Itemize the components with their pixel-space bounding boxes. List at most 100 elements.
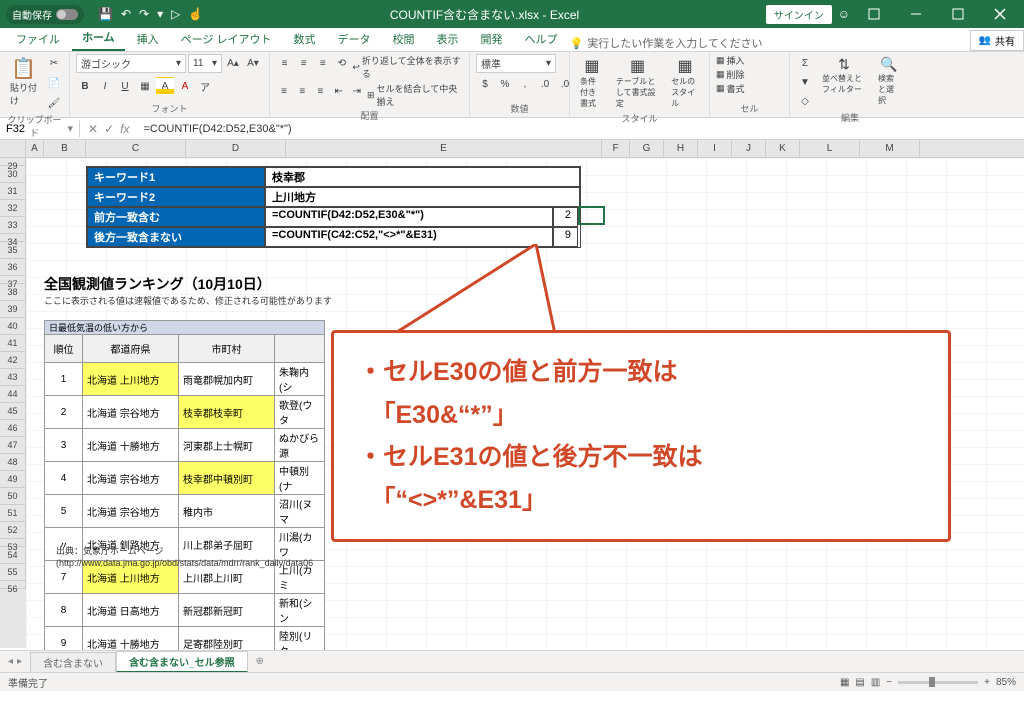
clear-icon[interactable]: ◇: [796, 92, 814, 110]
percent-icon[interactable]: %: [496, 75, 514, 93]
align-right-icon[interactable]: ≡: [312, 82, 328, 100]
kw-value[interactable]: 枝幸郡: [265, 167, 580, 187]
table-row[interactable]: 2北海道 宗谷地方枝幸郡枝幸町歌登(ウタ: [45, 396, 325, 429]
th-city[interactable]: 市町村: [179, 335, 275, 363]
cell-rest[interactable]: 沼川(ヌマ: [275, 495, 325, 528]
row-header[interactable]: 52: [0, 522, 26, 539]
format-painter-icon[interactable]: 🖌: [45, 94, 63, 112]
currency-icon[interactable]: $: [476, 75, 494, 93]
col-header[interactable]: E: [286, 140, 602, 157]
font-color-icon[interactable]: A: [176, 77, 194, 95]
indent-inc-icon[interactable]: ⇥: [349, 82, 365, 100]
cursor-icon[interactable]: ▷: [171, 7, 180, 21]
cell-pref[interactable]: 北海道 上川地方: [83, 363, 179, 396]
paste-button[interactable]: 📋 貼り付け: [6, 54, 41, 109]
zoom-slider[interactable]: [898, 681, 978, 684]
row-header[interactable]: 49: [0, 471, 26, 488]
signin-button[interactable]: サインイン: [766, 5, 832, 24]
cell-pref[interactable]: 北海道 日高地方: [83, 594, 179, 627]
redo-icon[interactable]: ↷: [139, 7, 149, 21]
row-header[interactable]: 41: [0, 335, 26, 352]
col-header[interactable]: G: [630, 140, 664, 157]
cell-rest[interactable]: 中頓別(ナ: [275, 462, 325, 495]
col-header[interactable]: J: [732, 140, 766, 157]
tab-help[interactable]: ヘルプ: [515, 27, 568, 51]
cell-rank[interactable]: 2: [45, 396, 83, 429]
worksheet-grid[interactable]: A B C D E F G H I J K L M 29303132333435…: [0, 140, 1024, 672]
cell-pref[interactable]: 北海道 宗谷地方: [83, 495, 179, 528]
sheet-nav-first-icon[interactable]: ◂: [8, 656, 13, 667]
row-header[interactable]: 30: [0, 166, 26, 183]
align-top-icon[interactable]: ≡: [276, 54, 293, 72]
row-header[interactable]: 46: [0, 420, 26, 437]
row-header[interactable]: 37: [0, 276, 26, 284]
tab-review[interactable]: 校閲: [383, 27, 425, 51]
table-row[interactable]: 5北海道 宗谷地方稚内市沼川(ヌマ: [45, 495, 325, 528]
tab-dev[interactable]: 開発: [471, 27, 513, 51]
maximize-button[interactable]: [940, 0, 976, 28]
cell-city[interactable]: 新冠郡新冠町: [179, 594, 275, 627]
bold-icon[interactable]: B: [76, 77, 94, 95]
cell-pref[interactable]: 北海道 宗谷地方: [83, 396, 179, 429]
row-header[interactable]: 44: [0, 386, 26, 403]
format-cells-button[interactable]: ▦書式: [716, 82, 745, 95]
table-bar[interactable]: 日最低気温の低い方から: [45, 321, 325, 335]
col-header[interactable]: H: [664, 140, 698, 157]
row-header[interactable]: 38: [0, 284, 26, 301]
col-header[interactable]: M: [860, 140, 920, 157]
fx-icon[interactable]: fx: [120, 122, 129, 136]
view-normal-icon[interactable]: ▦: [840, 677, 849, 688]
cell-city[interactable]: 枝幸郡枝幸町: [179, 396, 275, 429]
row-header[interactable]: 54: [0, 547, 26, 564]
inc-decimal-icon[interactable]: .0: [536, 75, 554, 93]
find-select-button[interactable]: 🔍検索と選択: [874, 54, 904, 108]
kw-label[interactable]: キーワード1: [87, 167, 265, 187]
sheet-nav-last-icon[interactable]: ▸: [17, 656, 22, 667]
copy-icon[interactable]: 📄: [45, 74, 63, 92]
sheet-tab[interactable]: 含む含まない_セル参照: [116, 651, 248, 673]
ranking-heading[interactable]: 全国観測値ランキング（10月10日）: [44, 274, 271, 294]
delete-cells-button[interactable]: ▦削除: [716, 68, 745, 81]
col-header[interactable]: A: [26, 140, 44, 157]
row-header[interactable]: 55: [0, 564, 26, 581]
new-sheet-icon[interactable]: ⊕: [248, 656, 272, 667]
tab-layout[interactable]: ページ レイアウト: [171, 27, 282, 51]
fill-color-icon[interactable]: A: [156, 77, 174, 95]
ribbon-options-icon[interactable]: [856, 0, 892, 28]
row-header[interactable]: 34: [0, 234, 26, 242]
align-center-icon[interactable]: ≡: [294, 82, 310, 100]
cell-rest[interactable]: 朱鞠内(シ: [275, 363, 325, 396]
increase-font-icon[interactable]: A▴: [224, 54, 242, 72]
view-layout-icon[interactable]: ▤: [855, 677, 864, 688]
th-rank[interactable]: 順位: [45, 335, 83, 363]
row-header[interactable]: 29: [0, 158, 26, 166]
kw-result[interactable]: 2: [553, 207, 578, 227]
tell-me-box[interactable]: 💡 実行したい作業を入力してください: [570, 35, 763, 51]
cell-rank[interactable]: 3: [45, 429, 83, 462]
row-header[interactable]: 32: [0, 200, 26, 217]
minimize-button[interactable]: [898, 0, 934, 28]
table-row[interactable]: 1北海道 上川地方雨竜郡幌加内町朱鞠内(シ: [45, 363, 325, 396]
cell-city[interactable]: 枝幸郡中頓別町: [179, 462, 275, 495]
zoom-in-icon[interactable]: +: [984, 677, 990, 688]
border-icon[interactable]: ▦: [136, 77, 154, 95]
align-left-icon[interactable]: ≡: [276, 82, 292, 100]
col-header[interactable]: F: [602, 140, 630, 157]
row-header[interactable]: 53: [0, 539, 26, 547]
table-format-button[interactable]: ▦テーブルとして書式設定: [612, 54, 663, 111]
tab-home[interactable]: ホーム: [72, 25, 125, 51]
row-header[interactable]: 47: [0, 437, 26, 454]
comma-icon[interactable]: ,: [516, 75, 534, 93]
merge-button[interactable]: ⊞セルを結合して中央揃え: [367, 82, 463, 108]
indent-dec-icon[interactable]: ⇤: [331, 82, 347, 100]
cell-pref[interactable]: 北海道 十勝地方: [83, 429, 179, 462]
phonetic-icon[interactable]: ア: [196, 77, 214, 95]
ranking-subtext[interactable]: ここに表示される値は速報値であるため、修正される可能性があります: [44, 294, 332, 307]
face-icon[interactable]: ☺: [838, 7, 850, 21]
row-header[interactable]: 50: [0, 488, 26, 505]
kw-label[interactable]: 後方一致含まない: [87, 227, 265, 247]
formula-input[interactable]: =COUNTIF(D42:D52,E30&"*"): [137, 121, 1024, 137]
table-row[interactable]: 4北海道 宗谷地方枝幸郡中頓別町中頓別(ナ: [45, 462, 325, 495]
autosave-toggle[interactable]: 自動保存: [6, 5, 84, 24]
orientation-icon[interactable]: ⟲: [333, 54, 350, 72]
